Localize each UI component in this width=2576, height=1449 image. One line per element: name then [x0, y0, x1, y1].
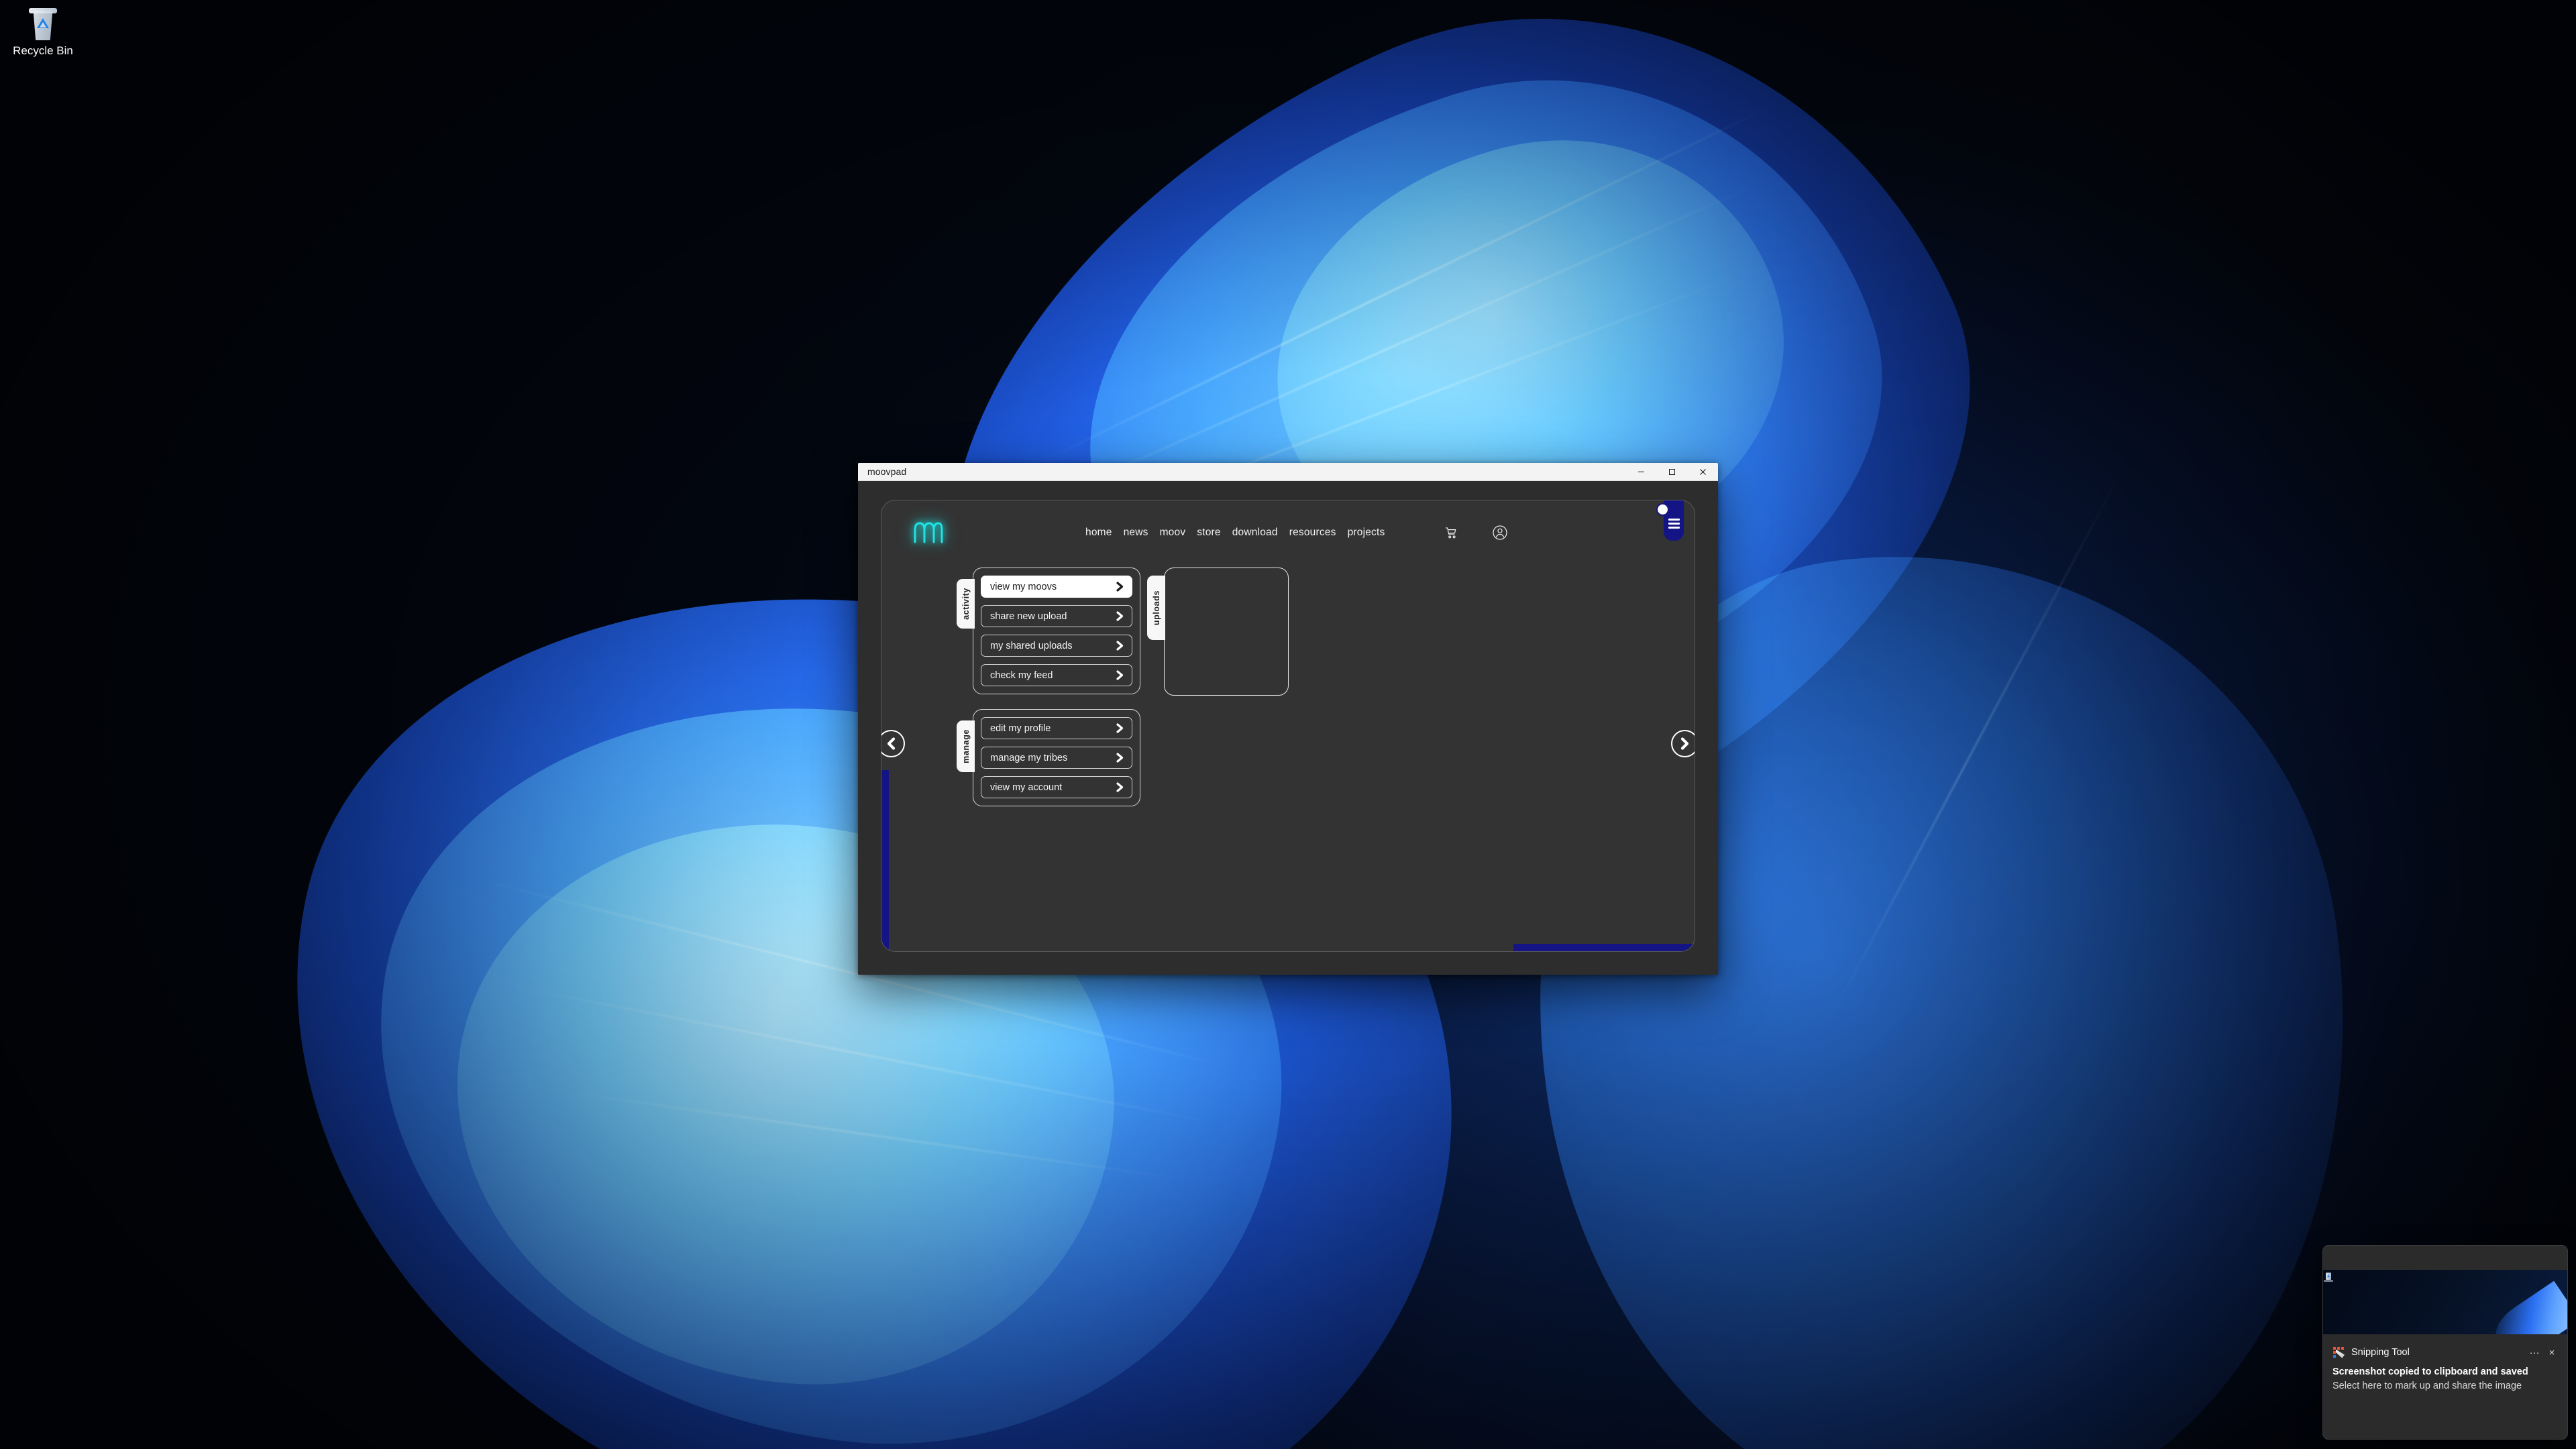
recycle-bin-icon [25, 7, 61, 43]
menu-button-my-shared-uploads[interactable]: my shared uploads [981, 635, 1132, 657]
menu-button-label: my shared uploads [990, 640, 1073, 651]
chevron-right-icon [1116, 753, 1124, 763]
group-tab-activity-label: activity [961, 588, 971, 620]
menu-button-share-new-upload[interactable]: share new upload [981, 605, 1132, 627]
nav-link-store[interactable]: store [1197, 527, 1220, 539]
chevron-right-icon [1116, 611, 1124, 621]
chevron-right-icon [1116, 782, 1124, 792]
menu-button-label: view my moovs [990, 581, 1057, 592]
moovpad-window[interactable]: moovpad home news moov store download re… [858, 463, 1718, 975]
minimize-button[interactable] [1625, 463, 1656, 481]
chevron-right-icon [1116, 723, 1124, 733]
menu-button-label: view my account [990, 782, 1063, 793]
snipping-tool-icon [2332, 1346, 2345, 1359]
thumbnail-recycle-bin-icon [2326, 1273, 2331, 1280]
notification-more-button[interactable]: ··· [2526, 1345, 2543, 1360]
group-card-manage: manage edit my profile manage my tribes [957, 709, 1140, 806]
menu-button-label: edit my profile [990, 722, 1051, 734]
notification-headline: Screenshot copied to clipboard and saved [2332, 1366, 2528, 1377]
cart-icon[interactable] [1445, 527, 1458, 539]
app-content: activity view my moovs share new upload [881, 565, 1695, 806]
hamburger-menu-tab[interactable] [1656, 500, 1684, 541]
notification-app-name: Snipping Tool [2351, 1347, 2410, 1358]
group-tab-uploads[interactable]: uploads [1147, 576, 1165, 641]
app-header: home news moov store download resources … [881, 500, 1695, 565]
uploads-panel[interactable] [1164, 568, 1289, 696]
menu-button-label: manage my tribes [990, 752, 1068, 763]
menu-tab-dot-icon [1656, 503, 1669, 516]
chevron-right-icon [1116, 670, 1124, 680]
nav-link-home[interactable]: home [1085, 527, 1112, 539]
window-title: moovpad [867, 466, 907, 477]
group-tab-uploads-label: uploads [1151, 590, 1161, 626]
nav-link-projects[interactable]: projects [1348, 527, 1385, 539]
thumbnail-recycle-bin-label [2324, 1280, 2333, 1282]
window-titlebar[interactable]: moovpad [858, 463, 1718, 481]
maximize-button[interactable] [1656, 463, 1687, 481]
nav-link-download[interactable]: download [1232, 527, 1278, 539]
menu-button-edit-my-profile[interactable]: edit my profile [981, 717, 1132, 739]
moov-logo-icon[interactable] [912, 519, 943, 546]
chevron-right-icon [1116, 582, 1124, 592]
app-panel: home news moov store download resources … [881, 500, 1695, 952]
notification-subtext: Select here to mark up and share the ima… [2332, 1381, 2522, 1391]
uploads-section: uploads [1147, 568, 1289, 806]
account-icon[interactable] [1492, 525, 1508, 541]
carousel-prev-button[interactable] [881, 730, 905, 757]
menu-button-label: share new upload [990, 610, 1067, 622]
nav-link-resources[interactable]: resources [1289, 527, 1336, 539]
chevron-left-icon [887, 737, 896, 750]
notification-header: Snipping Tool ··· × [2323, 1334, 2567, 1360]
snipping-tool-notification[interactable]: Snipping Tool ··· × Screenshot copied to… [2322, 1245, 2568, 1440]
menu-button-label: check my feed [990, 669, 1053, 681]
main-navigation[interactable]: home news moov store download resources … [1085, 527, 1385, 539]
accent-bar-bottom [1513, 944, 1695, 951]
nav-link-news[interactable]: news [1124, 527, 1148, 539]
carousel-next-button[interactable] [1671, 730, 1695, 757]
chevron-right-icon [1116, 641, 1124, 651]
menu-button-manage-my-tribes[interactable]: manage my tribes [981, 747, 1132, 769]
notification-close-button[interactable]: × [2543, 1345, 2561, 1360]
group-tab-manage[interactable]: manage [957, 720, 975, 772]
menu-button-check-my-feed[interactable]: check my feed [981, 664, 1132, 686]
notification-body: Screenshot copied to clipboard and saved… [2323, 1360, 2567, 1393]
nav-link-moov[interactable]: moov [1160, 527, 1186, 539]
group-tab-activity[interactable]: activity [957, 579, 975, 629]
hamburger-icon [1668, 519, 1680, 531]
group-cards-column: activity view my moovs share new upload [957, 568, 1140, 806]
desktop: Recycle Bin moovpad home news moov store… [0, 0, 2576, 1449]
header-icon-group [1445, 525, 1508, 541]
desktop-icon-recycle-bin[interactable]: Recycle Bin [5, 3, 80, 58]
chevron-right-icon [1680, 737, 1689, 750]
close-button[interactable] [1687, 463, 1718, 481]
group-tab-manage-label: manage [961, 729, 971, 763]
recycle-bin-label: Recycle Bin [13, 44, 73, 57]
menu-button-view-my-account[interactable]: view my account [981, 776, 1132, 798]
window-body: home news moov store download resources … [858, 481, 1718, 975]
group-card-activity: activity view my moovs share new upload [957, 568, 1140, 694]
notification-thumbnail[interactable] [2323, 1270, 2567, 1334]
thumbnail-wallpaper-ribbon [2487, 1281, 2567, 1334]
menu-button-view-my-moovs[interactable]: view my moovs [981, 576, 1132, 598]
